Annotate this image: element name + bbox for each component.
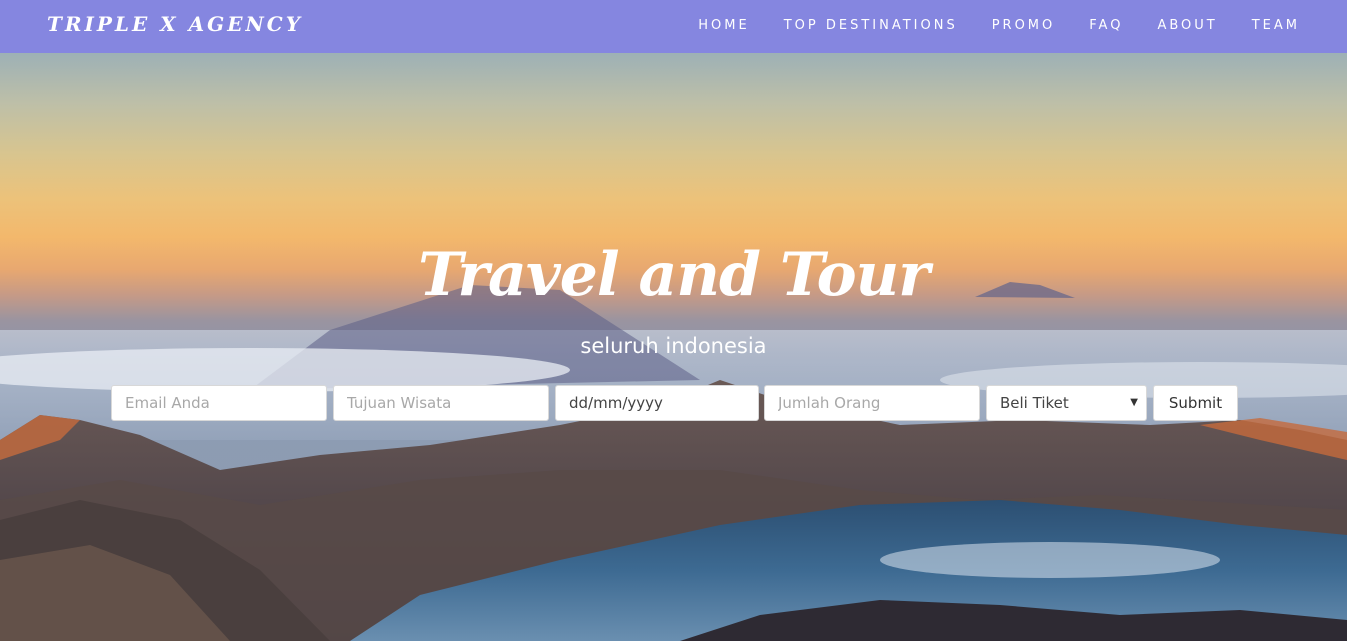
nav-link-team[interactable]: TEAM <box>1252 18 1300 33</box>
nav-link-home[interactable]: HOME <box>698 18 749 33</box>
nav-link-top-destinations[interactable]: TOP DESTINATIONS <box>784 18 958 33</box>
hero-section <box>0 0 1347 641</box>
date-input[interactable]: dd/mm/yyyy <box>555 385 759 421</box>
top-navbar: TRIPLE X AGENCY HOME TOP DESTINATIONS PR… <box>0 0 1347 53</box>
hero-subtitle: seluruh indonesia <box>580 334 767 358</box>
submit-button[interactable]: Submit <box>1153 385 1238 421</box>
people-count-input[interactable] <box>764 385 980 421</box>
nav-link-promo[interactable]: PROMO <box>992 18 1056 33</box>
brand-logo[interactable]: TRIPLE X AGENCY <box>47 12 303 36</box>
caret-down-icon: ▼ <box>1130 397 1138 408</box>
ticket-select-value: Beli Tiket <box>1000 394 1069 412</box>
ticket-select[interactable]: Beli Tiket ▼ <box>986 385 1147 421</box>
booking-form: dd/mm/yyyy Beli Tiket ▼ Submit <box>0 385 1347 422</box>
hero-title: Travel and Tour <box>418 240 930 310</box>
nav-links: HOME TOP DESTINATIONS PROMO FAQ ABOUT TE… <box>664 18 1300 33</box>
nav-link-about[interactable]: ABOUT <box>1157 18 1217 33</box>
hero-background-image <box>0 282 1347 641</box>
destination-input[interactable] <box>333 385 549 421</box>
nav-link-faq[interactable]: FAQ <box>1089 18 1123 33</box>
email-input[interactable] <box>111 385 327 421</box>
